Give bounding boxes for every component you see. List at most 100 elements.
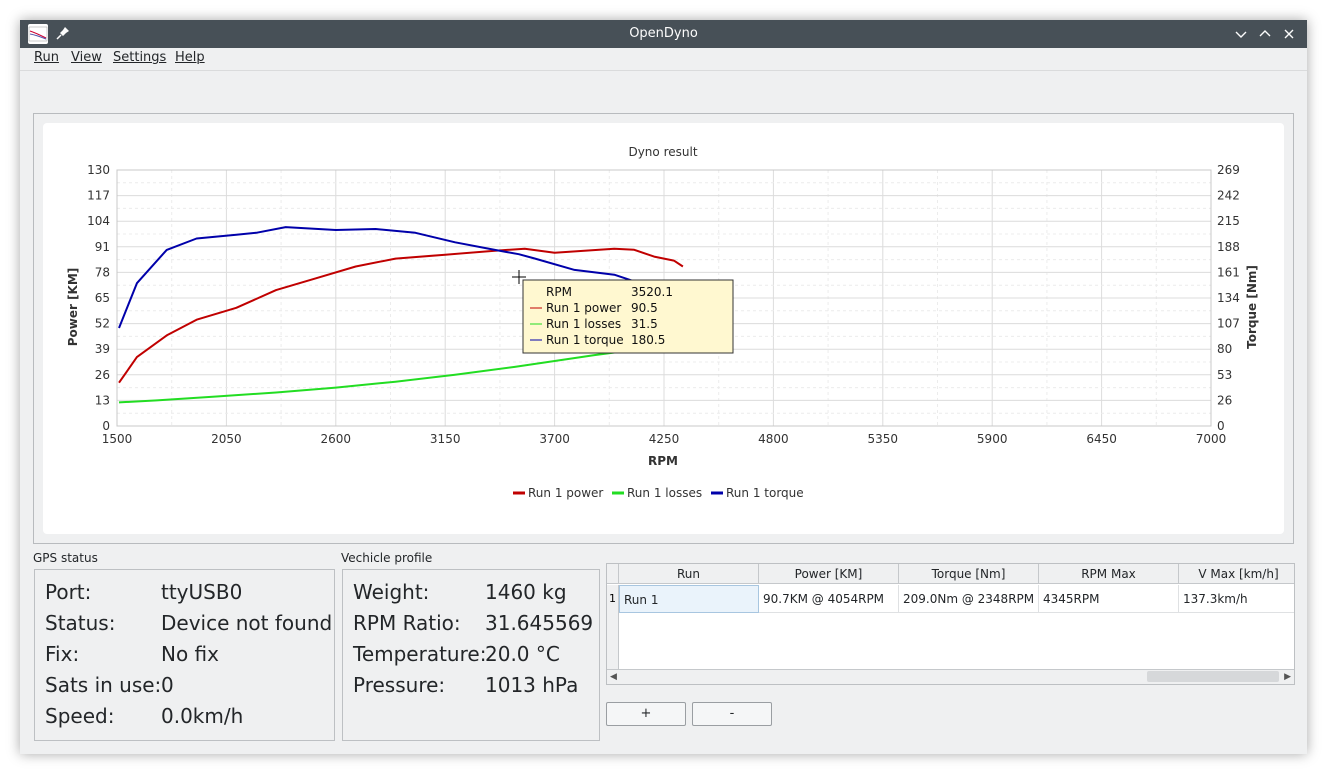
y2-tick-label: 269 xyxy=(1217,163,1240,177)
y2-tick-label: 0 xyxy=(1217,419,1225,433)
menu-settings[interactable]: Settings xyxy=(113,48,166,70)
vehicle-value: 1460 kg xyxy=(485,580,567,604)
menu-bar: Run View Settings Help xyxy=(20,48,1307,71)
maximize-icon[interactable] xyxy=(1257,26,1273,42)
minimize-icon[interactable] xyxy=(1233,26,1249,42)
column-header-torque[interactable]: Torque [Nm] xyxy=(899,564,1039,584)
x-tick-label: 5350 xyxy=(868,432,899,446)
y-tick-label: 0 xyxy=(102,419,110,433)
row-number[interactable]: 1 xyxy=(607,585,619,613)
table-cell-run[interactable]: Run 1 xyxy=(619,585,759,613)
legend-entry: Run 1 losses xyxy=(627,486,702,500)
gps-value: Device not found xyxy=(161,611,333,635)
y-tick-label: 78 xyxy=(95,265,110,279)
table-cell-v-max[interactable]: 137.3km/h xyxy=(1179,585,1294,613)
chart-area: Dyno result 1500 2050 26 0 0 3150 3700 4250 4800… xyxy=(43,123,1284,534)
gps-status-panel: Port: ttyUSB0 Status: Device not found Fix… xyxy=(34,569,335,741)
y-tick-label: 104 xyxy=(87,214,110,228)
gps-label: Sats in use: xyxy=(45,673,162,697)
y-tick-label: 26 xyxy=(95,368,110,382)
scrollbar-thumb[interactable] xyxy=(1147,671,1279,682)
menu-run[interactable]: Run xyxy=(34,48,59,70)
y2-tick-label: 242 xyxy=(1217,189,1240,203)
x-tick-label: 6450 xyxy=(1086,432,1117,446)
y2-tick-label: 161 xyxy=(1217,265,1240,279)
tooltip-value: 180.5 xyxy=(631,333,665,347)
y-tick-label: 65 xyxy=(95,291,110,305)
y2-tick-label: 188 xyxy=(1217,240,1240,254)
add-run-button[interactable]: + xyxy=(606,702,686,726)
gps-status-title: GPS status xyxy=(33,551,98,565)
x-tick-label: 3700 xyxy=(539,432,570,446)
gps-label: Port: xyxy=(45,580,92,604)
gps-value: ttyUSB0 xyxy=(161,580,243,604)
app-window: OpenDyno Run View Settings Help Dyno res… xyxy=(20,20,1307,754)
y2-tick-label: 107 xyxy=(1217,317,1240,331)
close-icon[interactable] xyxy=(1281,26,1297,42)
gps-value: 0 xyxy=(161,673,174,697)
chart-title: Dyno result xyxy=(628,145,697,159)
horizontal-scrollbar[interactable]: ◀ ▶ xyxy=(607,669,1294,684)
y2-tick-label: 53 xyxy=(1217,368,1232,382)
x-tick-label: 1500 xyxy=(102,432,133,446)
gps-label: Speed: xyxy=(45,704,115,728)
tooltip-label: Run 1 power xyxy=(546,301,621,315)
x-tick-label: 2050 xyxy=(211,432,242,446)
y2-tick-label: 80 xyxy=(1217,342,1232,356)
y-tick-label: 13 xyxy=(95,393,110,407)
vehicle-label: Pressure: xyxy=(353,673,446,697)
legend-entry: Run 1 power xyxy=(528,486,603,500)
table-cell-torque[interactable]: 209.0Nm @ 2348RPM xyxy=(899,585,1039,613)
vehicle-profile-title: Vechicle profile xyxy=(341,551,433,565)
title-bar: OpenDyno xyxy=(20,20,1307,48)
x-tick-label: 3150 xyxy=(430,432,461,446)
y2-axis-label: Torque [Nm] xyxy=(1245,265,1259,349)
column-header-v-max[interactable]: V Max [km/h] xyxy=(1179,564,1294,584)
table-corner xyxy=(607,564,619,584)
row-header-empty xyxy=(607,613,619,670)
vehicle-profile-panel: Weight: 1460 kg RPM Ratio: 31.645569 Tempe… xyxy=(342,569,600,741)
legend-entry: Run 1 torque xyxy=(726,486,804,500)
tooltip-label: Run 1 losses xyxy=(546,317,621,331)
y-tick-label: 52 xyxy=(95,317,110,331)
vehicle-label: RPM Ratio: xyxy=(353,611,461,635)
scroll-left-icon[interactable]: ◀ xyxy=(610,672,617,682)
dyno-chart[interactable]: Dyno result 1500 2050 26 0 0 3150 3700 4250 4800… xyxy=(43,123,1284,534)
table-cell-rpm-max[interactable]: 4345RPM xyxy=(1039,585,1179,613)
y-axis-label: Power [KM] xyxy=(66,268,80,347)
y2-tick-label: 134 xyxy=(1217,291,1240,305)
y2-tick-label: 26 xyxy=(1217,393,1232,407)
chart-tooltip: RPM 3520.1 Run 1 power 90.5 Run 1 losses 31.5… xyxy=(522,279,734,354)
vehicle-label: Weight: xyxy=(353,580,430,604)
gps-label: Fix: xyxy=(45,642,80,666)
vehicle-value: 31.645569 xyxy=(485,611,594,635)
table-cell-power[interactable]: 90.7KM @ 4054RPM xyxy=(759,585,899,613)
tooltip-label: RPM xyxy=(546,285,572,299)
runs-table[interactable]: Run Power [KM] Torque [Nm] RPM Max V Max… xyxy=(606,563,1295,685)
x-tick-label: 4250 xyxy=(649,432,680,446)
column-header-rpm-max[interactable]: RPM Max xyxy=(1039,564,1179,584)
gps-label: Status: xyxy=(45,611,116,635)
menu-view[interactable]: View xyxy=(71,48,102,70)
menu-help[interactable]: Help xyxy=(175,48,205,70)
remove-run-button[interactable]: - xyxy=(692,702,772,726)
x-axis-label: RPM xyxy=(648,454,678,468)
x-tick-label: 5900 xyxy=(977,432,1008,446)
y-tick-label: 91 xyxy=(95,240,110,254)
y-tick-label: 130 xyxy=(87,163,110,177)
y-tick-label: 39 xyxy=(95,342,110,356)
tooltip-value: 3520.1 xyxy=(631,285,673,299)
tooltip-label: Run 1 torque xyxy=(546,333,624,347)
column-header-run[interactable]: Run xyxy=(619,564,759,584)
vehicle-label: Temperature: xyxy=(353,642,487,666)
gps-value: 0.0km/h xyxy=(161,704,244,728)
vehicle-value: 1013 hPa xyxy=(485,673,579,697)
chart-frame: Dyno result 1500 2050 26 0 0 3150 3700 4250 4800… xyxy=(33,113,1294,544)
column-header-power[interactable]: Power [KM] xyxy=(759,564,899,584)
x-tick-label: 4800 xyxy=(758,432,789,446)
y2-tick-label: 215 xyxy=(1217,214,1240,228)
tooltip-value: 31.5 xyxy=(631,317,658,331)
gps-value: No fix xyxy=(161,642,219,666)
scroll-right-icon[interactable]: ▶ xyxy=(1284,672,1291,682)
window-title: OpenDyno xyxy=(629,26,698,41)
